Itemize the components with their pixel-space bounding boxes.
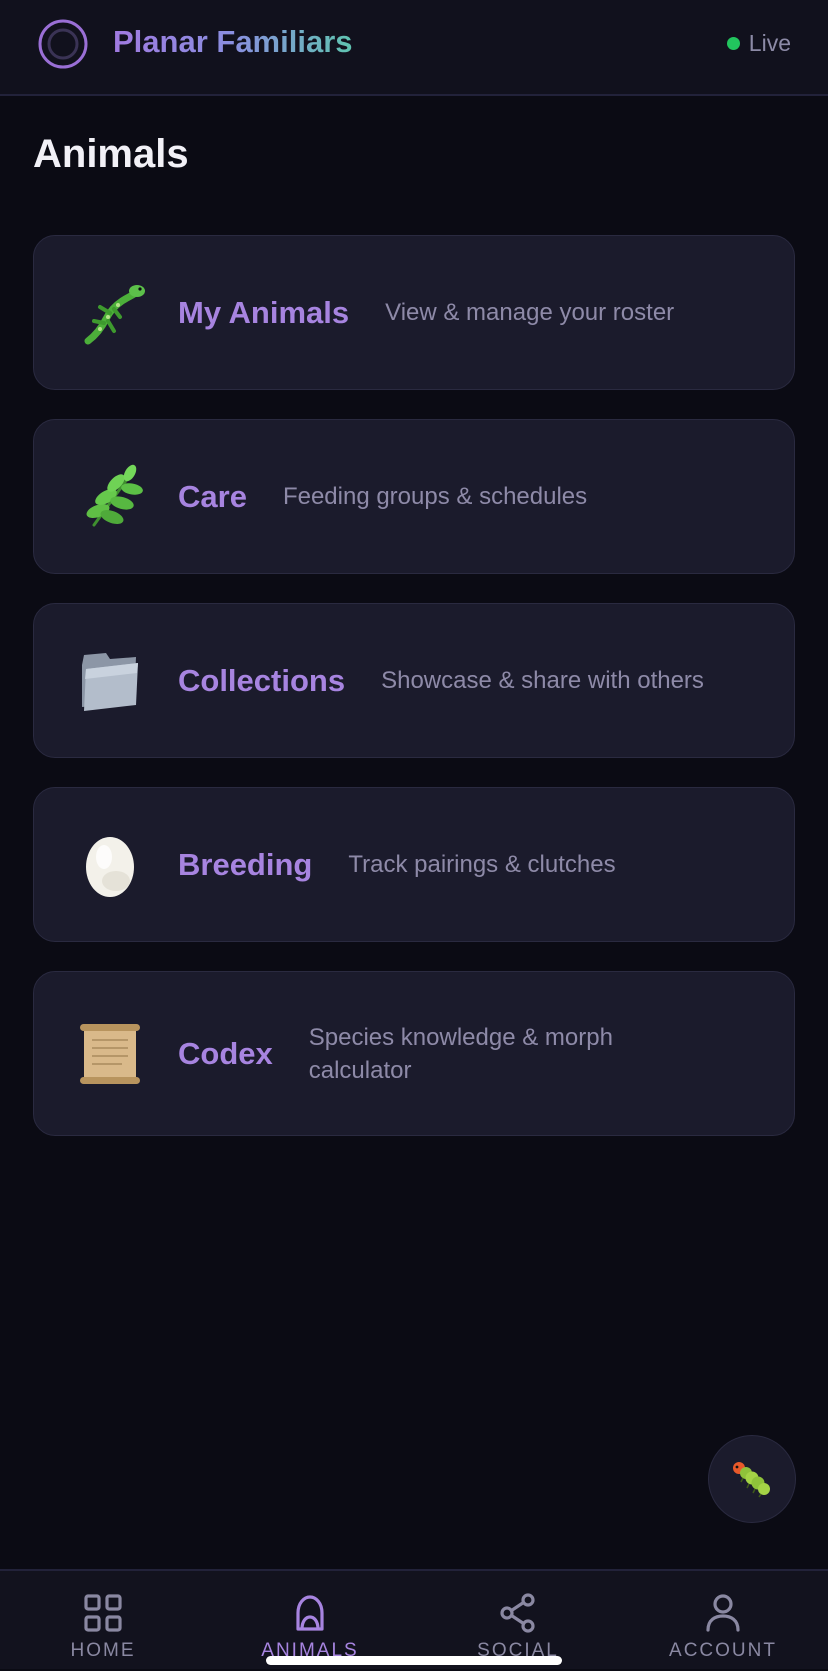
live-status: Live bbox=[726, 30, 791, 57]
ring-logo-icon[interactable] bbox=[37, 18, 89, 70]
tab-label: HOME bbox=[70, 1640, 136, 1661]
card-label: Care bbox=[178, 478, 247, 514]
card-description: Showcase & share with others bbox=[381, 667, 704, 694]
tab-label: ACCOUNT bbox=[669, 1640, 777, 1661]
card-collections[interactable]: Collections Showcase & share with others bbox=[33, 603, 795, 758]
card-label: Codex bbox=[178, 1035, 273, 1071]
card-label: Collections bbox=[178, 662, 346, 698]
tab-account[interactable]: ACCOUNT bbox=[643, 1571, 803, 1671]
card-description: Feeding groups & schedules bbox=[282, 483, 588, 510]
card-my-animals[interactable]: My Animals View & manage your roster bbox=[33, 235, 795, 390]
lizard-icon bbox=[84, 284, 145, 344]
floating-action-button[interactable] bbox=[708, 1435, 796, 1523]
scroll-icon bbox=[80, 1023, 140, 1084]
status-text: Live bbox=[748, 30, 791, 56]
home-indicator bbox=[266, 1656, 562, 1665]
card-label: Breeding bbox=[178, 846, 313, 882]
tab-home[interactable]: HOME bbox=[23, 1571, 183, 1671]
card-label: My Animals bbox=[178, 294, 350, 330]
grid-icon bbox=[84, 1594, 122, 1632]
app-title: Planar Familiars bbox=[113, 24, 353, 59]
caterpillar-icon bbox=[733, 1462, 770, 1498]
page-title: Animals bbox=[33, 132, 189, 176]
app-header: Planar Familiars Live bbox=[0, 0, 828, 96]
herb-icon bbox=[86, 464, 143, 526]
folder-icon bbox=[82, 652, 138, 711]
share-icon bbox=[500, 1593, 535, 1633]
person-icon bbox=[706, 1594, 740, 1632]
animal-icon bbox=[296, 1595, 324, 1631]
egg-icon bbox=[86, 836, 134, 897]
card-description: Track pairings & clutches bbox=[348, 851, 616, 878]
bottom-tab-bar: HOME ANIMALS SOCIAL ACCOUNT bbox=[0, 1569, 828, 1669]
card-care[interactable]: Care Feeding groups & schedules bbox=[33, 419, 795, 574]
card-description: View & manage your roster bbox=[385, 299, 675, 326]
status-dot-icon bbox=[726, 37, 740, 50]
card-description: Species knowledge & morph calculator bbox=[308, 1023, 613, 1084]
card-breeding[interactable]: Breeding Track pairings & clutches bbox=[33, 787, 795, 942]
card-codex[interactable]: Codex Species knowledge & morph calculat… bbox=[33, 971, 795, 1136]
